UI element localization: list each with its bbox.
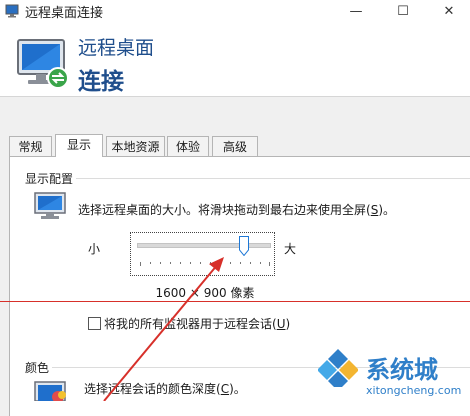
slider-max-label: 大 — [284, 242, 297, 256]
minimize-button[interactable]: — — [333, 0, 379, 22]
header-separator — [0, 96, 470, 97]
remote-desktop-app-icon — [5, 4, 19, 18]
remote-desktop-monitor-icon — [17, 39, 69, 89]
tab-general[interactable]: 常规 — [9, 136, 52, 156]
display-size-slider[interactable] — [130, 232, 275, 276]
slider-min-label: 小 — [88, 242, 101, 256]
header-subtitle: 远程桌面 — [78, 37, 155, 59]
watermark-url: xitongcheng.com — [366, 384, 462, 397]
maximize-button[interactable]: ☐ — [380, 0, 426, 22]
display-config-group-line — [76, 178, 470, 179]
all-monitors-checkbox[interactable] — [88, 317, 101, 330]
close-button[interactable]: ✕ — [426, 0, 470, 22]
resolution-value: 1600 × 900 像素 — [155, 286, 255, 300]
title-bar: 远程桌面连接 — ☐ ✕ — [0, 0, 470, 22]
watermark-logo-icon — [318, 349, 358, 387]
slider-track[interactable] — [137, 243, 271, 248]
display-size-description: 选择远程桌面的大小。将滑块拖动到最右边来使用全屏(S)。 — [78, 203, 395, 217]
all-monitors-label[interactable]: 将我的所有监视器用于远程会话(U) — [104, 315, 290, 332]
window-title: 远程桌面连接 — [25, 6, 104, 21]
color-depth-icon — [34, 381, 66, 401]
display-monitor-icon — [34, 192, 66, 219]
tab-advanced[interactable]: 高级 — [212, 136, 258, 156]
tab-display[interactable]: 显示 — [55, 134, 103, 157]
annotation-line — [0, 301, 470, 302]
header-title: 连接 — [78, 69, 124, 95]
tab-local-resources[interactable]: 本地资源 — [106, 136, 165, 156]
tab-experience[interactable]: 体验 — [167, 136, 209, 156]
display-config-label: 显示配置 — [25, 170, 77, 187]
colors-label: 颜色 — [25, 359, 53, 376]
watermark-name: 系统城 — [366, 356, 438, 384]
dialog-header: 远程桌面 连接 — [0, 22, 470, 96]
slider-ticks — [140, 262, 270, 266]
slider-thumb[interactable] — [239, 236, 249, 256]
color-depth-description: 选择远程会话的颜色深度(C)。 — [84, 382, 246, 396]
